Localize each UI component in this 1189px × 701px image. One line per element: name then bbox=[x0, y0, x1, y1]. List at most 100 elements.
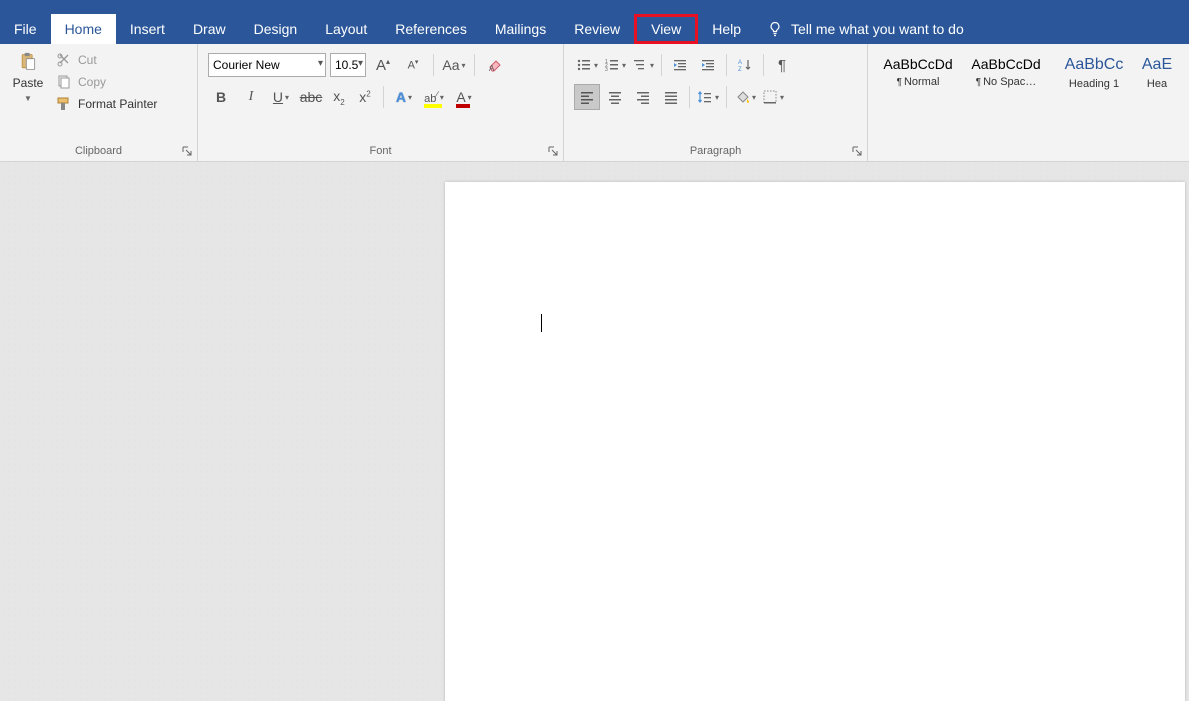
show-paragraph-marks-button[interactable]: ¶ bbox=[769, 52, 795, 78]
underline-button[interactable]: U▾ bbox=[268, 84, 294, 110]
svg-text:3: 3 bbox=[605, 67, 608, 73]
superscript-button[interactable]: x2 bbox=[354, 84, 376, 110]
format-painter-button[interactable]: Format Painter bbox=[56, 96, 157, 112]
cut-label: Cut bbox=[78, 53, 97, 67]
group-clipboard: Paste ▼ Cut Copy Format Painter Clipboar… bbox=[0, 44, 198, 161]
font-dialog-launcher[interactable] bbox=[547, 145, 559, 157]
chevron-down-icon: ▾ bbox=[594, 61, 598, 70]
separator bbox=[726, 54, 727, 76]
tab-view[interactable]: View bbox=[634, 14, 698, 44]
bold-icon: B bbox=[216, 89, 226, 105]
multilevel-icon bbox=[632, 57, 648, 73]
tab-review[interactable]: Review bbox=[560, 14, 634, 44]
style-heading1[interactable]: AaBbCc Heading 1 bbox=[1054, 56, 1134, 159]
shrink-font-icon: A▾ bbox=[408, 58, 419, 72]
align-right-button[interactable] bbox=[630, 84, 656, 110]
font-size-value: 10.5 bbox=[335, 58, 358, 72]
document-page[interactable] bbox=[445, 182, 1185, 701]
group-paragraph: ▾ 123▾ ▾ AZ ¶ ▾ ▾ ▾ bbox=[564, 44, 868, 161]
clear-formatting-button[interactable]: A bbox=[482, 52, 508, 78]
numbering-icon: 123 bbox=[604, 57, 620, 73]
shading-button[interactable]: ▾ bbox=[732, 84, 758, 110]
chevron-down-icon: ▾ bbox=[622, 61, 626, 70]
tab-help[interactable]: Help bbox=[698, 14, 755, 44]
chevron-down-icon: ▾ bbox=[440, 93, 444, 102]
line-spacing-button[interactable]: ▾ bbox=[695, 84, 721, 110]
paragraph-dialog-launcher[interactable] bbox=[851, 145, 863, 157]
font-name-value: Courier New bbox=[213, 58, 280, 72]
lightbulb-icon bbox=[767, 21, 783, 37]
svg-text:Z: Z bbox=[738, 67, 742, 73]
chevron-down-icon: ▾ bbox=[650, 61, 654, 70]
align-right-icon bbox=[635, 89, 651, 105]
justify-icon bbox=[663, 89, 679, 105]
sort-icon: AZ bbox=[737, 57, 753, 73]
style-nospacing[interactable]: AaBbCcDd ¶No Spac… bbox=[966, 56, 1046, 159]
highlight-icon: ab∕ bbox=[424, 89, 438, 105]
paste-button[interactable]: Paste ▼ bbox=[6, 48, 50, 143]
outdent-icon bbox=[672, 57, 688, 73]
tab-insert[interactable]: Insert bbox=[116, 14, 179, 44]
tab-layout[interactable]: Layout bbox=[311, 14, 381, 44]
italic-button[interactable]: I bbox=[238, 84, 264, 110]
style-name-label: Heading 1 bbox=[1055, 78, 1133, 90]
font-name-select[interactable]: Courier New ▾ bbox=[208, 53, 326, 77]
tab-home[interactable]: Home bbox=[51, 14, 116, 44]
cut-button[interactable]: Cut bbox=[56, 52, 157, 68]
tab-draw[interactable]: Draw bbox=[179, 14, 240, 44]
text-effects-button[interactable]: A▾ bbox=[391, 84, 417, 110]
grow-font-icon: A▴ bbox=[376, 57, 390, 74]
chevron-down-icon: ▾ bbox=[752, 93, 756, 102]
clipboard-dialog-launcher[interactable] bbox=[181, 145, 193, 157]
tab-file[interactable]: File bbox=[0, 14, 51, 44]
borders-icon bbox=[762, 89, 778, 105]
subscript-button[interactable]: x2 bbox=[328, 84, 350, 110]
chevron-down-icon: ▾ bbox=[358, 58, 363, 69]
document-area[interactable] bbox=[0, 162, 1189, 701]
style-normal[interactable]: AaBbCcDd ¶Normal bbox=[878, 56, 958, 159]
separator bbox=[763, 54, 764, 76]
bullets-icon bbox=[576, 57, 592, 73]
copy-button[interactable]: Copy bbox=[56, 74, 157, 90]
align-center-icon bbox=[607, 89, 623, 105]
copy-icon bbox=[56, 74, 72, 90]
align-left-button[interactable] bbox=[574, 84, 600, 110]
tab-mailings[interactable]: Mailings bbox=[481, 14, 560, 44]
style-name-label: ¶No Spac… bbox=[967, 76, 1045, 88]
superscript-icon: x2 bbox=[359, 89, 370, 105]
justify-button[interactable] bbox=[658, 84, 684, 110]
font-color-icon: A bbox=[456, 89, 465, 105]
tab-references[interactable]: References bbox=[381, 14, 481, 44]
chevron-down-icon: ▾ bbox=[462, 61, 466, 70]
bold-button[interactable]: B bbox=[208, 84, 234, 110]
sort-button[interactable]: AZ bbox=[732, 52, 758, 78]
paint-bucket-icon bbox=[734, 89, 750, 105]
increase-indent-button[interactable] bbox=[695, 52, 721, 78]
text-effects-icon: A bbox=[396, 89, 406, 105]
bullets-button[interactable]: ▾ bbox=[574, 52, 600, 78]
style-heading2[interactable]: AaE Hea bbox=[1142, 56, 1172, 159]
chevron-down-icon: ▾ bbox=[318, 58, 323, 69]
change-case-button[interactable]: Aa▾ bbox=[441, 52, 467, 78]
decrease-indent-button[interactable] bbox=[667, 52, 693, 78]
clipboard-group-label: Clipboard bbox=[6, 143, 191, 159]
font-size-select[interactable]: 10.5▾ bbox=[330, 53, 366, 77]
ribbon-tabs: File Home Insert Draw Design Layout Refe… bbox=[0, 14, 1189, 44]
format-painter-label: Format Painter bbox=[78, 97, 157, 111]
align-center-button[interactable] bbox=[602, 84, 628, 110]
multilevel-list-button[interactable]: ▾ bbox=[630, 52, 656, 78]
tab-design[interactable]: Design bbox=[240, 14, 312, 44]
change-case-icon: Aa bbox=[442, 57, 459, 73]
text-cursor bbox=[541, 314, 542, 332]
tell-me-search[interactable]: Tell me what you want to do bbox=[755, 21, 976, 37]
italic-icon: I bbox=[249, 89, 254, 105]
borders-button[interactable]: ▾ bbox=[760, 84, 786, 110]
font-color-button[interactable]: A▾ bbox=[451, 84, 477, 110]
shrink-font-button[interactable]: A▾ bbox=[400, 52, 426, 78]
grow-font-button[interactable]: A▴ bbox=[370, 52, 396, 78]
highlight-button[interactable]: ab∕▾ bbox=[421, 84, 447, 110]
strikethrough-button[interactable]: abc bbox=[298, 84, 324, 110]
paste-label: Paste bbox=[13, 76, 44, 90]
chevron-down-icon: ▼ bbox=[24, 94, 32, 103]
numbering-button[interactable]: 123▾ bbox=[602, 52, 628, 78]
